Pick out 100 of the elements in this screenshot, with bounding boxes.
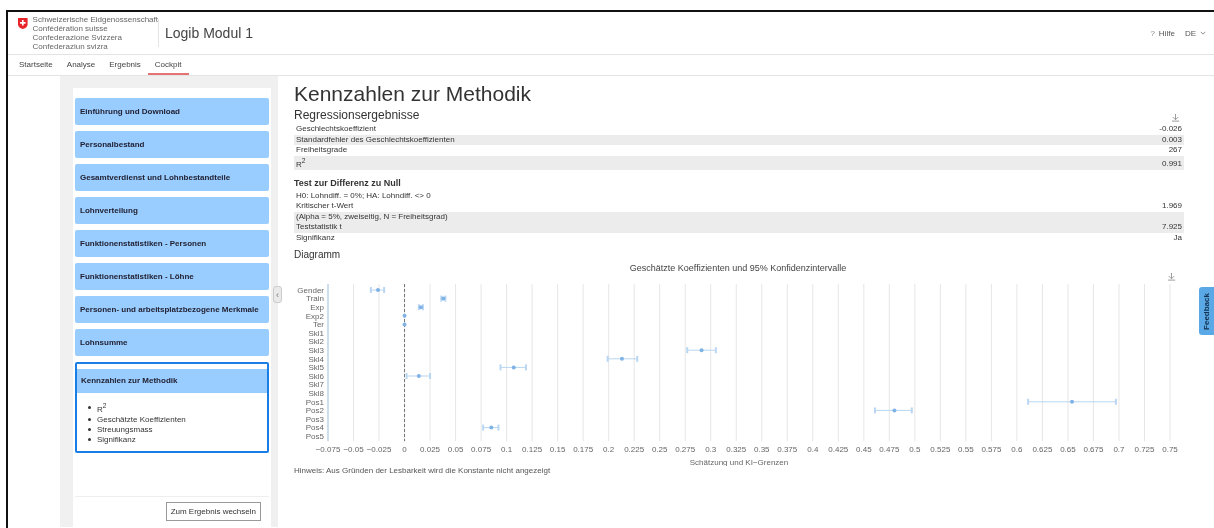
institution-name: Confederazione Svizzera [32,33,123,42]
section-heading: Regressionsergebnisse [294,108,420,122]
axis-tick-label: Pos4 [305,423,324,433]
axis-tick-label: 0.35 [753,445,770,455]
axis-tick-label: 0.55 [958,445,974,455]
sidebar-item[interactable]: Lohnsumme [75,329,269,356]
axis-tick-label: 0.4 [807,445,819,455]
axis-tick-label: 0.075 [471,445,492,455]
sidebar-subitem[interactable]: Geschätzte Koeffizienten [97,414,186,425]
axis-tick-label: Exp2 [305,311,324,321]
axis-tick-label: 0.7 [1113,445,1125,455]
nav-tab[interactable]: Analyse [59,55,103,75]
axis-tick-label: Skl8 [308,389,324,399]
axis-tick-label: Skl5 [308,363,324,373]
table-cell: R$^{2}$ [296,155,306,170]
axis-tick-label: 0.275 [675,445,696,455]
axis-tick-label: 0.575 [981,445,1002,455]
axis-tick-label: Ter [312,320,324,330]
help-link[interactable]: ? Hilfe [1150,28,1175,38]
switch-result-button[interactable]: Zum Ergebnis wechseln [165,502,261,521]
axis-tick-label: 0.65 [1060,445,1076,455]
axis-tick-label: Skl6 [308,371,324,381]
section-heading: Test zur Differenz zu Null [294,177,402,188]
axis-tick-label: Skl3 [308,346,324,356]
nav-tab[interactable]: Ergebnis [102,55,148,75]
nav-tab[interactable]: Startseite [12,55,60,75]
axis-tick-label: −0.075 [315,445,341,455]
axis-tick-label: Pos3 [305,414,324,424]
institution-name: Confederaziun svizra [32,42,109,51]
sidebar-item[interactable]: Personalbestand [75,131,269,158]
axis-tick-label: 0.375 [777,445,798,455]
axis-tick-label: Gender [297,285,324,295]
axis-tick-label: 0.675 [1083,445,1104,455]
table-cell: (Alpha = 5%, zweiseitig, N = Freiheitsgrad) [296,211,448,223]
axis-tick-label: 0.05 [447,445,464,455]
table-cell: 0.991 [1161,159,1182,170]
axis-tick-label: 0.3 [705,445,717,455]
institution-name: Confédération suisse [32,24,109,33]
axis-tick-label: Pos5 [305,432,324,442]
axis-tick-label: Pos2 [305,406,324,416]
table-cell: Standardfehler des Geschlechtskoeffizienten [296,134,455,145]
app-title: Logib Modul 1 [158,19,253,47]
axis-tick-label: 0.625 [1032,445,1053,455]
table-cell: 7.925 [1161,222,1182,233]
sidebar-subitem[interactable]: Signifikanz [97,434,136,445]
sidebar-item[interactable]: Personen- und arbeitsplatzbezogene Merkmale [75,296,269,323]
sidebar-item[interactable]: Kennzahlen zur Methodik R$^{2}$ Geschätzte Koeffizienten Streuungsmass Signifikanz [75,362,269,453]
sidebar-item[interactable]: Gesamtverdienst und Lohnbestandteile [75,164,269,191]
axis-tick-label: Skl4 [308,354,324,364]
axis-tick-label: 0 [402,445,407,455]
table-cell-text: Teststatistik t [296,222,343,233]
axis-tick-label: −0.025 [366,445,392,455]
table-cell: 1.969 [1161,201,1182,212]
sidebar-item[interactable]: Einführung und Download [75,98,269,125]
section-heading: Diagramm [294,249,342,261]
axis-tick-label: Exp [310,303,324,313]
language-select[interactable]: DE [1184,28,1206,38]
feedback-tab[interactable]: Feedback [1199,287,1214,335]
institution-name: Schweizerische Eidgenossenschaft [32,15,158,24]
axis-tick-label: 0.475 [879,445,900,455]
sidebar-item[interactable]: Funktionenstatistiken - Personen [75,230,269,257]
sidebar-item[interactable]: Lohnverteilung [75,197,269,224]
sidebar-item[interactable]: Funktionenstatistiken - Löhne [75,263,269,290]
table-cell: Freiheitsgrade [296,145,348,156]
axis-tick-label: Pos1 [305,397,324,407]
axis-tick-label: −0.05 [343,445,364,455]
axis-tick-label: Skl7 [308,380,324,390]
axis-tick-label: 0.225 [624,445,645,455]
axis-tick-label: 0.5 [909,445,921,455]
sidebar-item-title[interactable]: Kennzahlen zur Methodik [77,369,267,393]
table-cell: Signifikanz [296,232,335,244]
axis-tick-label: 0.2 [603,445,615,455]
axis-tick-label: 0.325 [726,445,747,455]
axis-tick-label: Skl1 [308,328,324,338]
page-title: Kennzahlen zur Methodik [294,82,532,106]
axis-tick-label: 0.15 [549,445,566,455]
collapse-handle[interactable]: ‹ [273,286,282,303]
axis-tick-label: 0.25 [651,445,668,455]
chart-title: Geschätzte Koeffizienten und 95% Konfidenzintervalle [629,263,847,274]
axis-tick-label: 0.175 [573,445,594,455]
axis-tick-label: 0.6 [1011,445,1023,455]
axis-tick-label: Train [306,294,324,304]
chart-note: Hinweis: Aus Gründen der Lesbarkeit wird die Konstante nicht angezeigt [294,466,552,476]
axis-tick-label: 0.425 [828,445,849,455]
sidebar-subitem[interactable]: R$^{2}$ [97,401,107,415]
axis-tick-label: 0.525 [930,445,951,455]
axis-tick-label: 0.1 [501,445,513,455]
table-cell-text: Kritischer t-Wert [296,201,355,212]
sidebar-subitem[interactable]: Streuungsmass [97,424,153,435]
table-cell: Ja [1173,232,1182,244]
axis-tick-label: 0.025 [420,445,441,455]
axis-tick-label: 0.725 [1134,445,1155,455]
table-cell: H0: Lohndiff. = 0%; HA: Lohndiff. <> 0 [296,190,431,202]
table-cell: 267 [1168,145,1182,156]
table-cell: -0.026 [1159,124,1182,135]
axis-tick-label: 0.45 [856,445,872,455]
axis-tick-label: 0.75 [1162,445,1178,455]
table-cell: Geschlechtskoeffizient [296,124,376,135]
table-cell: 0.003 [1161,134,1182,145]
axis-tick-label: Skl2 [308,337,324,347]
